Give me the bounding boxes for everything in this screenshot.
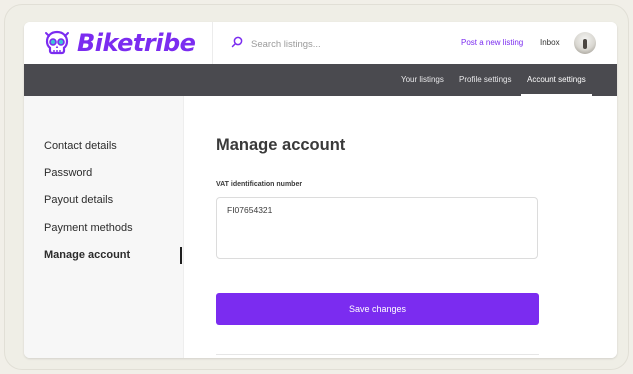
logo-wordmark: Biketribe xyxy=(77,29,196,57)
search-input[interactable] xyxy=(249,37,413,51)
tab-your-listings[interactable]: Your listings xyxy=(401,64,444,96)
account-subnav: Your listings Profile settings Account s… xyxy=(24,64,617,96)
page-title: Manage account xyxy=(216,136,346,154)
main-content: Manage account VAT identification number… xyxy=(184,96,617,358)
sidebar-item-manage-account[interactable]: Manage account xyxy=(44,249,130,261)
search-icon[interactable] xyxy=(231,35,243,53)
device-frame: Biketribe Post a new listing Inbox Your … xyxy=(4,4,629,370)
header-divider xyxy=(212,22,213,64)
top-bar: Biketribe Post a new listing Inbox xyxy=(24,22,617,65)
logo[interactable]: Biketribe xyxy=(43,28,196,58)
settings-sidebar: Contact details Password Payout details … xyxy=(24,96,184,358)
sidebar-item-payout-details[interactable]: Payout details xyxy=(44,194,113,206)
vat-field-label: VAT identification number xyxy=(216,181,303,188)
tab-account-settings[interactable]: Account settings xyxy=(521,64,592,96)
inbox-link[interactable]: Inbox xyxy=(540,38,560,47)
app-window: Biketribe Post a new listing Inbox Your … xyxy=(24,22,617,358)
avatar[interactable] xyxy=(574,32,596,54)
sidebar-item-contact-details[interactable]: Contact details xyxy=(44,140,117,152)
tab-profile-settings[interactable]: Profile settings xyxy=(459,64,511,96)
vat-number-field[interactable]: FI07654321 xyxy=(216,197,538,259)
sidebar-item-payment-methods[interactable]: Payment methods xyxy=(44,222,133,234)
sidebar-active-indicator xyxy=(180,247,182,264)
search-bar[interactable] xyxy=(231,35,413,53)
save-changes-button[interactable]: Save changes xyxy=(216,293,539,325)
section-divider xyxy=(216,354,539,355)
post-listing-link[interactable]: Post a new listing xyxy=(461,38,523,47)
skull-logo-icon xyxy=(43,29,71,57)
sidebar-item-password[interactable]: Password xyxy=(44,167,92,179)
